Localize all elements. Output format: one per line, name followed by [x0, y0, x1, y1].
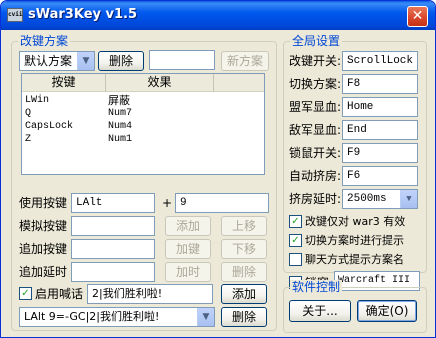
setting-label-auto-join: 自动挤房: — [289, 169, 342, 183]
shout-add-button[interactable]: 添加 — [221, 284, 267, 304]
scheme-select[interactable]: 默认方案 ▼ — [19, 51, 95, 71]
append-key-input[interactable] — [71, 239, 155, 259]
setting-input-auto-join[interactable]: F6 — [342, 166, 418, 186]
column-header-effect[interactable]: 效果 — [106, 74, 214, 92]
shout-text-input[interactable]: 2|我们胜利啦! — [87, 284, 213, 304]
title-bar[interactable]: cvii sWar3Key v1.5 ✕ — [1, 1, 435, 30]
app-window: cvii sWar3Key v1.5 ✕ 改键方案 默认方案 ▼ 删除 新方案 … — [0, 0, 436, 338]
join-delay-select[interactable]: 2500ms ▼ — [342, 189, 418, 209]
move-down-button[interactable]: 下移 — [221, 239, 267, 259]
enable-shout-checkbox[interactable]: ✓ — [19, 287, 32, 300]
setting-input-mouse-lock[interactable]: F9 — [342, 143, 418, 163]
war3-only-checkbox[interactable]: ✓ — [289, 215, 302, 228]
row-effect: 屏蔽 — [108, 94, 130, 107]
row-effect: Num4 — [108, 121, 133, 132]
row-key: CapsLock — [25, 121, 74, 132]
add-key-button[interactable]: 加键 — [165, 239, 211, 259]
about-button[interactable]: 关于... — [289, 300, 351, 322]
global-settings-title: 全局设置 — [290, 34, 343, 48]
row-key: Q — [25, 108, 32, 119]
setting-label-mouse-lock: 锁鼠开关: — [289, 146, 342, 160]
row-key: Z — [25, 134, 32, 145]
chevron-down-icon[interactable]: ▼ — [400, 190, 417, 208]
list-row[interactable]: CapsLock Num4 — [22, 120, 264, 133]
scheme-select-value: 默认方案 — [24, 54, 73, 68]
close-button[interactable]: ✕ — [407, 6, 428, 27]
delete-scheme-button[interactable]: 删除 — [98, 51, 144, 71]
ok-button[interactable]: 确定(O) — [357, 300, 417, 322]
new-scheme-button[interactable]: 新方案 — [221, 51, 269, 71]
use-key-input[interactable]: LAlt — [71, 193, 155, 213]
use-key-label: 使用按键 — [19, 196, 68, 210]
setting-label-ally-hp: 盟军显血: — [289, 100, 342, 114]
shout-select-value: LAlt 9=-GC|2|我们胜利啦! — [24, 310, 160, 323]
append-delay-label: 追加延时 — [19, 265, 68, 279]
move-up-button[interactable]: 上移 — [221, 216, 267, 236]
chevron-down-icon[interactable]: ▼ — [77, 52, 94, 70]
software-control-title: 软件控制 — [290, 280, 343, 294]
delete-row-button[interactable]: 删除 — [221, 262, 267, 282]
key-mapping-list[interactable]: 按键 效果 LWin 屏蔽 Q Num7 CapsLock Num4 Z Num… — [21, 73, 265, 175]
row-key: LWin — [25, 95, 50, 106]
window-title: sWar3Key v1.5 — [28, 7, 138, 22]
scheme-group-title: 改键方案 — [18, 34, 71, 48]
use-key-input-2[interactable]: 9 — [175, 193, 269, 213]
setting-label-switch-scheme: 切换方案: — [289, 77, 342, 91]
scheme-name-input[interactable] — [149, 50, 215, 70]
list-row[interactable]: LWin 屏蔽 — [22, 94, 264, 107]
sim-key-input[interactable] — [71, 216, 155, 236]
switch-prompt-checkbox[interactable]: ✓ — [289, 234, 302, 247]
plus-sign: + — [162, 196, 173, 210]
setting-input-switch-scheme[interactable]: F8 — [342, 74, 418, 94]
chat-prompt-checkbox[interactable] — [289, 253, 302, 266]
row-effect: Num7 — [108, 108, 133, 119]
setting-input-enemy-hp[interactable]: End — [342, 120, 418, 140]
setting-label-remap-toggle: 改键开关: — [289, 54, 342, 68]
war3-only-label: 改键仅对 war3 有效 — [305, 215, 406, 228]
setting-input-ally-hp[interactable]: Home — [342, 97, 418, 117]
sim-key-label: 模拟按键 — [19, 219, 68, 233]
enable-shout-label: 启用喊话 — [35, 287, 84, 301]
chat-prompt-label: 聊天方式提示方案名 — [305, 253, 404, 266]
list-header: 按键 效果 — [22, 74, 264, 92]
setting-label-enemy-hp: 敌军显血: — [289, 123, 342, 137]
switch-prompt-label: 切换方案时进行提示 — [305, 234, 404, 247]
append-key-label: 追加按键 — [19, 242, 68, 256]
list-row[interactable]: Z Num1 — [22, 133, 264, 146]
shout-select[interactable]: LAlt 9=-GC|2|我们胜利啦! ▼ — [19, 307, 215, 327]
join-delay-value: 2500ms — [347, 193, 387, 205]
append-delay-input[interactable] — [71, 262, 155, 282]
add-time-button[interactable]: 加时 — [165, 262, 211, 282]
row-effect: Num1 — [108, 134, 133, 145]
column-header-key[interactable]: 按键 — [22, 74, 106, 92]
list-row[interactable]: Q Num7 — [22, 107, 264, 120]
shout-delete-button[interactable]: 删除 — [221, 307, 267, 327]
chevron-down-icon[interactable]: ▼ — [197, 308, 214, 326]
join-delay-label: 挤房延时: — [289, 192, 342, 206]
add-mapping-button[interactable]: 添加 — [165, 216, 211, 236]
setting-input-remap-toggle[interactable]: ScrollLock — [342, 51, 418, 71]
app-icon: cvii — [7, 8, 23, 22]
